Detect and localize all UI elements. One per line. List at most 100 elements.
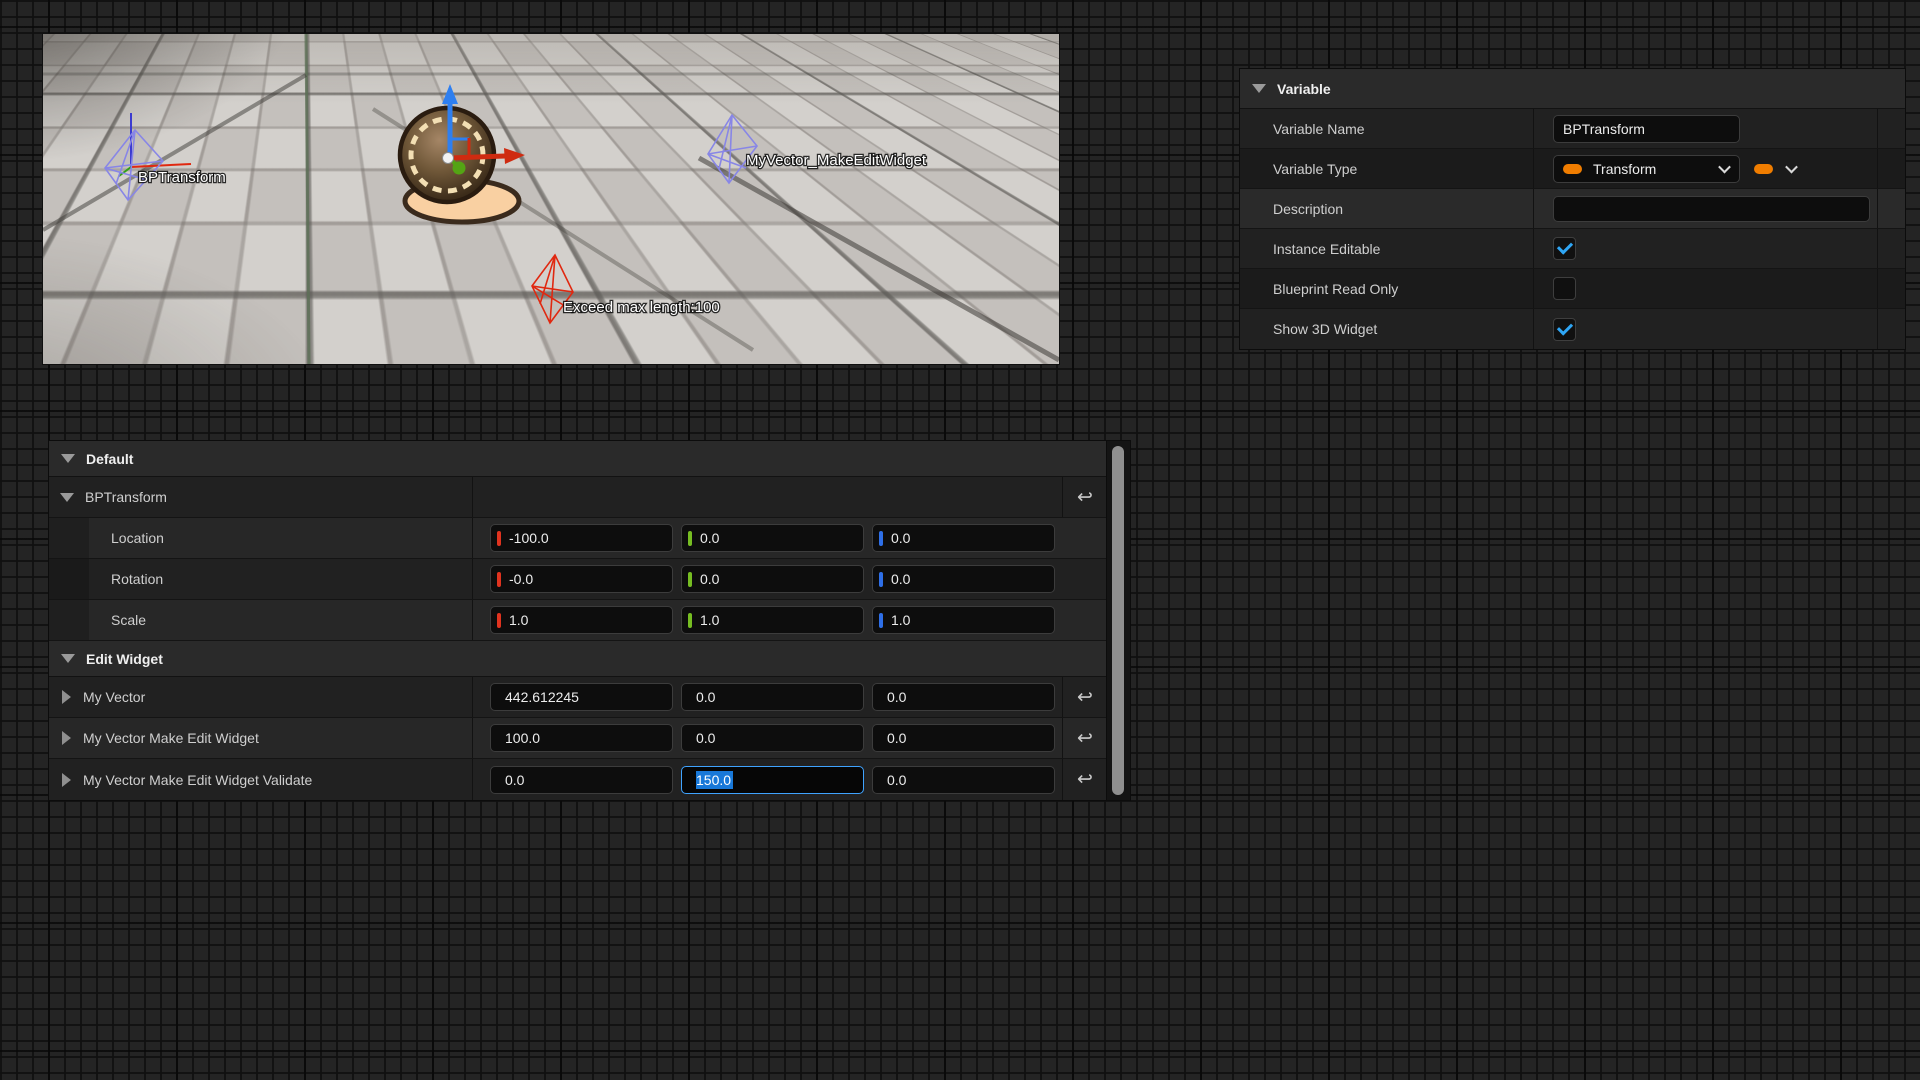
details-scrollbar-thumb[interactable] (1112, 446, 1124, 795)
x-axis-bar-icon (497, 572, 501, 587)
mvmewv-y-input-focused[interactable]: 150.0 (681, 766, 864, 794)
location-z-value: 0.0 (891, 530, 910, 546)
column-divider (472, 677, 473, 717)
edit-widget-category-title: Edit Widget (86, 651, 163, 667)
rotation-y-input[interactable]: 0.0 (681, 565, 864, 593)
variable-section-header[interactable]: Variable (1240, 69, 1905, 109)
instance-editable-checkbox[interactable] (1553, 237, 1576, 260)
container-type-chevron-icon[interactable] (1785, 161, 1798, 174)
y-axis-bar-icon (688, 531, 692, 546)
column-divider (1533, 309, 1534, 349)
container-type-pin-icon[interactable] (1754, 164, 1773, 174)
my-vector-z-input[interactable]: 0.0 (872, 683, 1055, 711)
variable-details-panel: Variable Variable Name BPTransform Varia… (1240, 69, 1905, 349)
y-axis-bar-icon (688, 572, 692, 587)
reset-to-default-button[interactable]: ↩ (1070, 482, 1100, 512)
column-divider (1533, 269, 1534, 308)
reset-to-default-button[interactable]: ↩ (1070, 765, 1100, 795)
my-vector-x-input[interactable]: 442.612245 (490, 683, 673, 711)
mvmew-z-value: 0.0 (887, 730, 906, 746)
variable-type-value: Transform (1593, 161, 1656, 177)
column-divider (472, 559, 473, 599)
description-row: Description (1240, 189, 1905, 229)
scale-y-input[interactable]: 1.0 (681, 606, 864, 634)
variable-type-label: Variable Type (1273, 161, 1357, 177)
expand-triangle-icon[interactable] (60, 493, 74, 502)
variable-name-value: BPTransform (1563, 121, 1645, 137)
gizmo-x-arrowhead (504, 148, 525, 164)
column-divider (1877, 189, 1878, 228)
transform-type-pin-icon (1563, 164, 1582, 174)
details-scrollbar-track[interactable] (1107, 441, 1130, 800)
column-divider (472, 759, 473, 800)
location-x-input[interactable]: -100.0 (490, 524, 673, 552)
floor-major-diagonal-right (699, 158, 1059, 360)
my-vector-y-value: 0.0 (696, 689, 715, 705)
location-z-input[interactable]: 0.0 (872, 524, 1055, 552)
my-vector-z-value: 0.0 (887, 689, 906, 705)
my-vector-make-edit-widget-label: My Vector Make Edit Widget (83, 730, 259, 746)
rotation-z-input[interactable]: 0.0 (872, 565, 1055, 593)
gizmo-z-arrowhead (442, 84, 458, 104)
collapse-triangle-icon (61, 454, 75, 463)
rotation-label: Rotation (111, 571, 163, 587)
description-input[interactable] (1553, 196, 1870, 222)
scale-z-input[interactable]: 1.0 (872, 606, 1055, 634)
column-divider (472, 477, 473, 517)
expand-triangle-icon[interactable] (62, 690, 71, 704)
column-divider (1877, 229, 1878, 268)
chevron-down-icon (1718, 161, 1731, 174)
3d-viewport-preview[interactable]: BPTransform MyVector_MakeEditWidget (43, 34, 1059, 364)
bptransform-property-row[interactable]: BPTransform ↩ (49, 477, 1107, 518)
mvmewv-z-input[interactable]: 0.0 (872, 766, 1055, 794)
edit-widget-category-header[interactable]: Edit Widget (49, 641, 1107, 677)
variable-type-dropdown[interactable]: Transform (1553, 155, 1740, 183)
mvmew-x-input[interactable]: 100.0 (490, 724, 673, 752)
x-axis-bar-icon (497, 531, 501, 546)
details-panel: Default BPTransform ↩ Location -100.0 0.… (49, 441, 1107, 800)
scale-row: Scale 1.0 1.0 1.0 (49, 600, 1107, 641)
blueprint-read-only-checkbox[interactable] (1553, 277, 1576, 300)
column-divider (1533, 229, 1534, 268)
gizmo-origin-dot (443, 153, 454, 164)
expand-triangle-icon[interactable] (62, 773, 71, 787)
mvmew-z-input[interactable]: 0.0 (872, 724, 1055, 752)
z-axis-bar-icon (879, 613, 883, 628)
expand-triangle-icon[interactable] (62, 731, 71, 745)
blueprint-editor-canvas[interactable]: { "viewport": { "labels": { "bptransform… (0, 0, 1920, 1080)
reset-to-default-button[interactable]: ↩ (1070, 682, 1100, 712)
location-y-input[interactable]: 0.0 (681, 524, 864, 552)
mvmew-x-value: 100.0 (505, 730, 540, 746)
rotation-x-input[interactable]: -0.0 (490, 565, 673, 593)
column-divider (472, 600, 473, 640)
show-3d-widget-row: Show 3D Widget (1240, 309, 1905, 349)
myvector-octahedron-icon (708, 115, 757, 183)
rotation-z-value: 0.0 (891, 571, 910, 587)
my-vector-label: My Vector (83, 689, 145, 705)
location-y-value: 0.0 (700, 530, 719, 546)
column-divider (1062, 718, 1063, 758)
my-vector-y-input[interactable]: 0.0 (681, 683, 864, 711)
exceed-widget[interactable]: Exceed max length:100 (532, 255, 720, 323)
mvmewv-x-input[interactable]: 0.0 (490, 766, 673, 794)
variable-name-input[interactable]: BPTransform (1553, 115, 1740, 143)
myvector-widget[interactable]: MyVector_MakeEditWidget (708, 115, 927, 183)
show-3d-widget-label: Show 3D Widget (1273, 321, 1377, 337)
floor-major-diagonal-left (43, 75, 306, 230)
blueprint-read-only-row: Blueprint Read Only (1240, 269, 1905, 309)
scale-x-value: 1.0 (509, 612, 528, 628)
variable-section-title: Variable (1277, 81, 1331, 97)
default-category-header[interactable]: Default (49, 441, 1107, 477)
my-vector-make-edit-widget-validate-row: My Vector Make Edit Widget Validate 0.0 … (49, 759, 1107, 800)
column-divider (1062, 759, 1063, 800)
mvmewv-x-value: 0.0 (505, 772, 524, 788)
description-label: Description (1273, 201, 1343, 217)
variable-name-row: Variable Name BPTransform (1240, 109, 1905, 149)
scale-x-input[interactable]: 1.0 (490, 606, 673, 634)
show-3d-widget-checkbox[interactable] (1553, 318, 1576, 341)
reset-to-default-button[interactable]: ↩ (1070, 723, 1100, 753)
viewport-gizmo-overlay: BPTransform MyVector_MakeEditWidget (43, 34, 1059, 364)
mvmew-y-input[interactable]: 0.0 (681, 724, 864, 752)
my-vector-make-edit-widget-row: My Vector Make Edit Widget 100.0 0.0 0.0… (49, 718, 1107, 759)
indent-strip (49, 559, 89, 599)
